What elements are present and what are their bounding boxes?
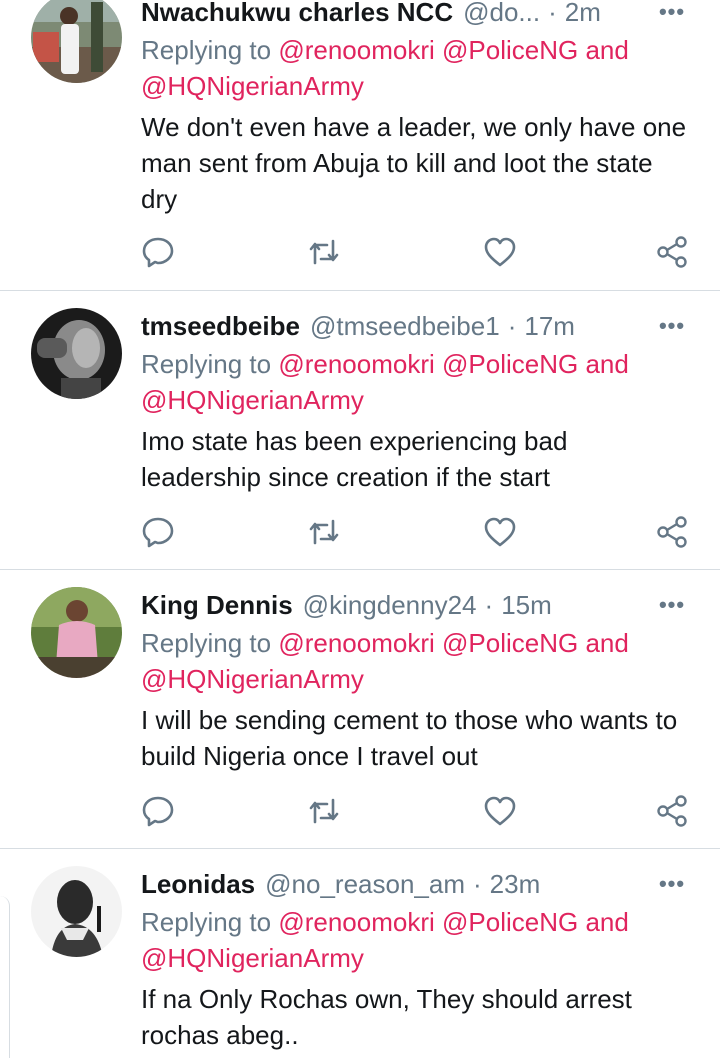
tweet-item[interactable]: Nwachukwu charles NCC @do... · 2m ••• Re…: [0, 0, 720, 292]
avatar[interactable]: [31, 0, 122, 83]
tweet-header: Leonidas @no_reason_am · 23m: [141, 864, 720, 904]
display-name[interactable]: Nwachukwu charles NCC: [141, 0, 453, 28]
replying-prefix: Replying to: [141, 349, 279, 379]
replying-to: Replying to @renoomokri @PoliceNG and @HQ…: [141, 346, 680, 418]
and-word: and: [578, 35, 629, 65]
reply-bubble-icon[interactable]: [138, 791, 178, 831]
replying-prefix: Replying to: [141, 628, 279, 658]
more-dots-icon[interactable]: •••: [657, 864, 687, 904]
user-handle[interactable]: @do...: [463, 0, 540, 28]
divider: [0, 848, 720, 849]
and-word: and: [578, 907, 629, 937]
replying-prefix: Replying to: [141, 35, 279, 65]
mention-link[interactable]: @PoliceNG: [442, 35, 578, 65]
heart-icon[interactable]: [480, 512, 520, 552]
mention-link[interactable]: @renoomokri: [278, 628, 434, 658]
retweet-icon[interactable]: [304, 512, 344, 552]
separator-dot: ·: [548, 0, 557, 27]
avatar[interactable]: [31, 308, 122, 399]
tweet-feed: Nwachukwu charles NCC @do... · 2m ••• Re…: [0, 0, 720, 1058]
user-handle[interactable]: @no_reason_am: [265, 869, 465, 900]
retweet-icon[interactable]: [304, 791, 344, 831]
tweet-header: King Dennis @kingdenny24 · 15m: [141, 585, 720, 625]
mention-link[interactable]: @renoomokri: [278, 349, 434, 379]
heart-icon[interactable]: [480, 791, 520, 831]
divider: [0, 569, 720, 570]
tweet-text: If na Only Rochas own, They should arres…: [141, 984, 632, 1050]
mention-link[interactable]: @HQNigerianArmy: [141, 943, 364, 973]
tweet-actions: [0, 791, 720, 831]
user-handle[interactable]: @tmseedbeibe1: [310, 311, 500, 342]
replying-prefix: Replying to: [141, 907, 279, 937]
separator-dot: ·: [507, 310, 517, 341]
tweet-item[interactable]: King Dennis @kingdenny24 · 15m ••• Reply…: [0, 585, 720, 850]
avatar[interactable]: [31, 866, 122, 957]
reply-bubble-icon[interactable]: [138, 512, 178, 552]
share-icon[interactable]: [652, 791, 692, 831]
tweet-text: We don't even have a leader, we only hav…: [141, 112, 687, 214]
mention-link[interactable]: @PoliceNG: [442, 349, 578, 379]
retweet-icon[interactable]: [304, 232, 344, 272]
share-icon[interactable]: [652, 232, 692, 272]
heart-icon[interactable]: [480, 232, 520, 272]
mention-link[interactable]: @PoliceNG: [442, 907, 578, 937]
display-name[interactable]: tmseedbeibe: [141, 311, 300, 342]
more-dots-icon[interactable]: •••: [657, 0, 687, 32]
and-word: and: [578, 349, 629, 379]
reply-bubble-icon[interactable]: [138, 232, 178, 272]
mention-link[interactable]: @renoomokri: [278, 907, 434, 937]
user-handle[interactable]: @kingdenny24: [303, 590, 477, 621]
tweet-header: Nwachukwu charles NCC @do... · 2m: [141, 0, 720, 32]
mention-link[interactable]: @HQNigerianArmy: [141, 385, 364, 415]
mention-link[interactable]: @HQNigerianArmy: [141, 71, 364, 101]
timestamp[interactable]: 23m: [490, 869, 541, 900]
tweet-item[interactable]: tmseedbeibe @tmseedbeibe1 · 17m ••• Repl…: [0, 306, 720, 571]
replying-to: Replying to @renoomokri @PoliceNG and @HQ…: [141, 904, 680, 976]
tweet-actions: [0, 512, 720, 552]
panel-edge: [0, 896, 10, 1058]
and-word: and: [578, 628, 629, 658]
separator-dot: ·: [473, 868, 482, 899]
mention-link[interactable]: @HQNigerianArmy: [141, 664, 364, 694]
more-dots-icon[interactable]: •••: [657, 306, 687, 346]
replying-to: Replying to @renoomokri @PoliceNG and @HQ…: [141, 625, 680, 697]
timestamp[interactable]: 17m: [524, 311, 575, 342]
display-name[interactable]: King Dennis: [141, 590, 293, 621]
separator-dot: ·: [484, 589, 494, 620]
tweet-text: Imo state has been experiencing bad lead…: [141, 426, 568, 492]
timestamp[interactable]: 15m: [501, 590, 552, 621]
mention-link[interactable]: @PoliceNG: [442, 628, 578, 658]
replying-to: Replying to @renoomokri @PoliceNG and @HQ…: [141, 32, 680, 104]
tweet-actions: [0, 232, 720, 272]
mention-link[interactable]: @renoomokri: [278, 35, 434, 65]
tweet-item[interactable]: Leonidas @no_reason_am · 23m ••• Replyin…: [0, 864, 720, 1058]
timestamp[interactable]: 2m: [565, 0, 601, 28]
tweet-header: tmseedbeibe @tmseedbeibe1 · 17m: [141, 306, 720, 346]
avatar[interactable]: [31, 587, 122, 678]
more-dots-icon[interactable]: •••: [657, 585, 687, 625]
tweet-text: I will be sending cement to those who wa…: [141, 705, 678, 771]
share-icon[interactable]: [652, 512, 692, 552]
display-name[interactable]: Leonidas: [141, 869, 255, 900]
divider: [0, 290, 720, 291]
